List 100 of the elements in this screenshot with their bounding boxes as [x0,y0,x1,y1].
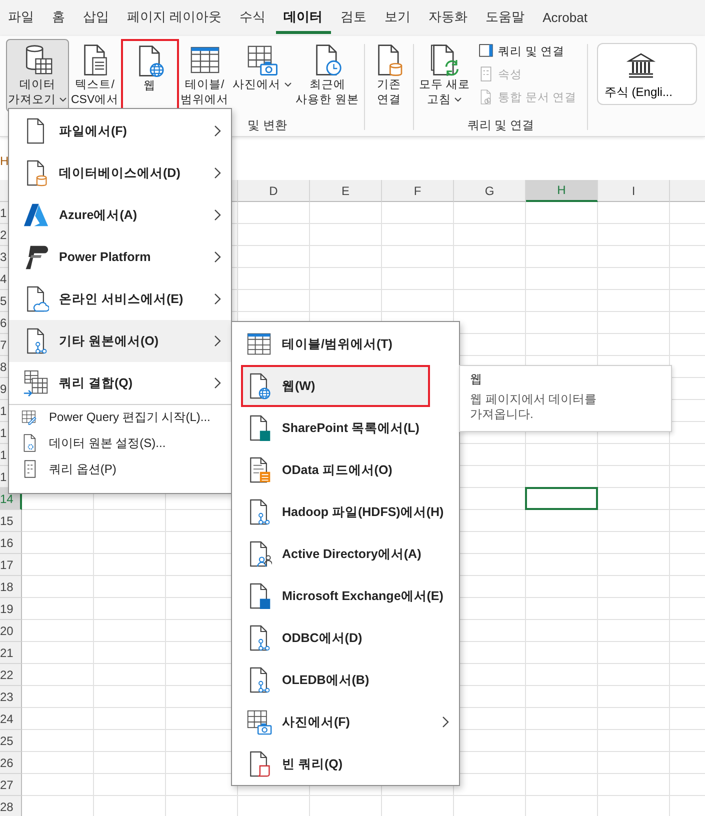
menu-item[interactable]: SharePoint 목록에서(L) [232,407,459,449]
grid-cell [598,290,670,312]
grid-cell [598,686,670,708]
menu-item[interactable]: 파일에서(F) [9,110,231,152]
row-header[interactable]: 18 [0,576,22,598]
tooltip-title: 웹 [470,371,483,388]
column-header[interactable]: H [526,180,598,202]
row-header[interactable]: 25 [0,730,22,752]
menu-item[interactable]: 쿼리 결합(Q) [9,362,231,404]
menu-item[interactable]: 기타 원본에서(O) [9,320,231,362]
ribbon-button[interactable]: 데이터 가져오기 [6,39,69,112]
grid-cell [526,246,598,268]
menu-item[interactable]: 온라인 서비스에서(E) [9,278,231,320]
row-header[interactable]: 23 [0,686,22,708]
row-header[interactable]: 16 [0,532,22,554]
grid-cell [598,752,670,774]
row-header[interactable]: 26 [0,752,22,774]
grid-cell [310,202,382,224]
menu-item[interactable]: 사진에서(F) [232,701,459,743]
grid-cell [598,224,670,246]
grid-cell [526,576,598,598]
grid-cell [22,532,94,554]
ribbon-tab[interactable]: 검토 [332,2,375,34]
ribbon-tab[interactable]: 삽입 [75,2,117,34]
grid-cell [598,246,670,268]
group-label: 쿼리 및 연결 [467,116,534,134]
grid-cell [526,664,598,686]
grid-cell [22,686,94,708]
row-header[interactable]: 15 [0,510,22,532]
grid-cell [22,510,94,532]
menu-item[interactable]: Power Platform [9,236,231,278]
menu-item[interactable]: Hadoop 파일(HDFS)에서(H) [232,491,459,533]
table-camera-icon [246,43,278,77]
grid-cell [598,488,670,510]
grid-cell [598,598,670,620]
ribbon-tab[interactable]: 홈 [44,2,73,34]
column-header[interactable]: D [238,180,310,202]
menu-item[interactable]: 쿼리 옵션(P) [9,456,231,482]
menu-item[interactable]: 웹(W) [241,365,430,407]
column-header[interactable]: E [310,180,382,202]
table-merge-icon [23,369,49,397]
ribbon-tab[interactable]: 페이지 레이아웃 [119,2,230,34]
row-header[interactable]: 27 [0,774,22,796]
row-header[interactable]: 28 [0,796,22,816]
grid-cell [526,312,598,334]
row-header[interactable]: 17 [0,554,22,576]
ribbon-tab[interactable]: 보기 [376,2,419,34]
grid-cell [598,466,670,488]
menu-item[interactable]: Azure에서(A) [9,194,231,236]
grid-cell [598,444,670,466]
grid-cell [526,224,598,246]
menu-item[interactable]: 빈 쿼리(Q) [232,743,459,785]
ribbon-tab[interactable]: 자동화 [420,2,476,34]
menu-item[interactable]: Microsoft Exchange에서(E) [232,575,459,617]
grid-cell [598,730,670,752]
documents-refresh-icon [428,43,460,77]
table-pencil-icon [21,408,39,426]
grid-cell [598,202,670,224]
column-header[interactable]: I [598,180,670,202]
column-header[interactable]: F [382,180,454,202]
grid-cell [454,268,526,290]
menu-item[interactable]: 데이터베이스에서(D) [9,152,231,194]
grid-cell [526,686,598,708]
grid-cell [526,202,598,224]
gallery-button[interactable]: 주식 (Engli... [597,43,698,105]
row-header[interactable]: 19 [0,598,22,620]
ribbon-tab[interactable]: 도움말 [478,2,533,34]
ribbon-small-button[interactable]: 쿼리 및 연결 [476,41,578,61]
row-header[interactable]: 24 [0,708,22,730]
ribbon-button[interactable]: 기존 연결 [368,39,410,112]
row-header[interactable]: 21 [0,642,22,664]
menu-item[interactable]: Power Query 편집기 시작(L)... [9,404,231,430]
ribbon-tab[interactable]: 파일 [0,2,42,34]
menu-item[interactable]: 데이터 원본 설정(S)... [9,430,231,456]
grid-cell [310,268,382,290]
grid-cell [526,752,598,774]
grid-cell [22,642,94,664]
grid-cell [598,268,670,290]
ribbon-button[interactable]: 최근에 사용한 원본 [294,39,361,112]
table-camera-icon [246,708,272,736]
column-header[interactable]: G [454,180,526,202]
grid-cell [598,708,670,730]
name-box[interactable]: H [0,150,9,168]
menu-item[interactable]: OLEDB에서(B) [232,659,459,701]
ribbon-button[interactable]: 모두 새로 고침 [416,39,472,112]
ribbon-tab[interactable]: 수식 [232,2,274,34]
grid-cell [598,774,670,796]
row-header[interactable]: 20 [0,620,22,642]
grid-cell [22,576,94,598]
grid-cell [526,642,598,664]
menu-item[interactable]: OData 피드에서(O) [232,449,459,491]
ribbon-tab[interactable]: Acrobat [534,4,596,32]
panel-icon [478,43,494,59]
ribbon-button[interactable]: 사진에서 [230,39,294,112]
menu-item[interactable]: 테이블/범위에서(T) [232,323,459,365]
grid-cell [526,510,598,532]
row-header[interactable]: 22 [0,664,22,686]
menu-item[interactable]: ODBC에서(D) [232,617,459,659]
grid-cell [526,290,598,312]
menu-item[interactable]: Active Directory에서(A) [232,533,459,575]
